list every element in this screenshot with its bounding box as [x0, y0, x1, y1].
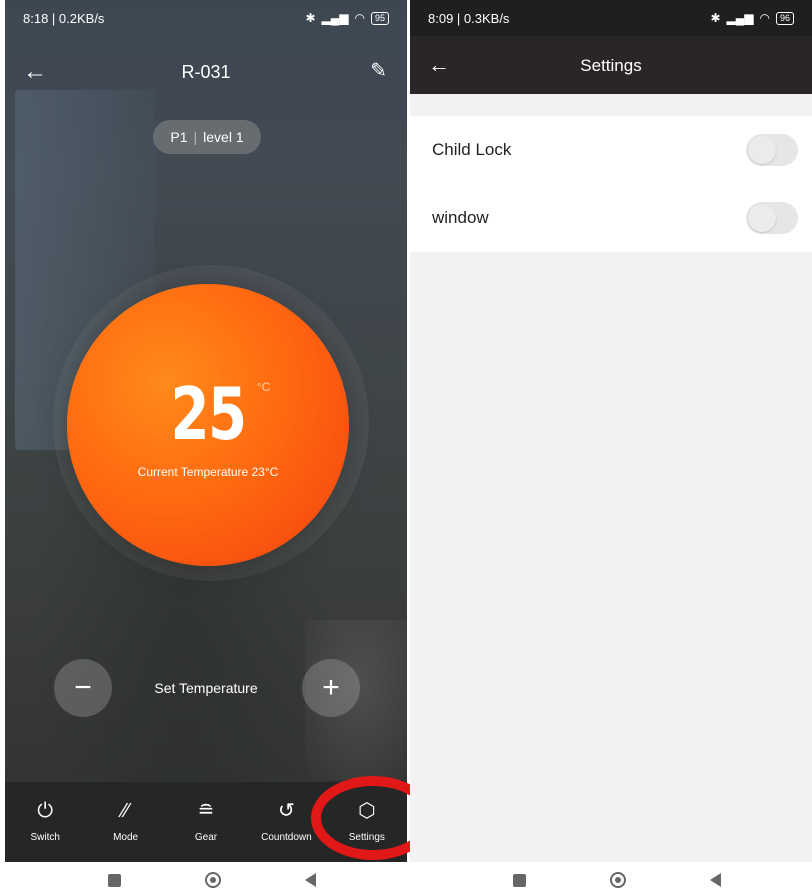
system-nav-left [108, 866, 316, 894]
window-toggle[interactable] [746, 202, 798, 234]
tab-switch[interactable]: ⏻ Switch [5, 782, 85, 862]
home-icon[interactable] [205, 872, 221, 888]
toggle-knob [748, 204, 776, 232]
temperature-dial: 25 °C Current Temperature 23°C [67, 284, 349, 566]
battery-indicator: 95 [370, 11, 389, 25]
preset-level: level 1 [203, 129, 244, 145]
home-icon[interactable] [610, 872, 626, 888]
status-bar: 8:18 | 0.2KB/s ✱ ▂▄▆ ◠ 95 [5, 0, 407, 36]
tab-label: Gear [194, 832, 218, 843]
device-title: R-031 [181, 62, 231, 82]
tab-mode[interactable]: ⁄⁄ Mode [85, 782, 165, 862]
mode-icon: ⁄⁄ [122, 800, 129, 822]
wifi-icon: ◠ [354, 11, 365, 25]
back-triangle-icon[interactable] [305, 873, 316, 887]
settings-screen: 8:09 | 0.3KB/s ✱ ▂▄▆ ◠ 96 ← Settings Chi… [410, 0, 812, 862]
battery-indicator: 96 [775, 11, 794, 25]
child-lock-toggle[interactable] [746, 134, 798, 166]
countdown-icon: ↺ [278, 800, 295, 822]
preset-pill[interactable]: P1 | level 1 [153, 120, 261, 154]
preset-program: P1 [170, 129, 188, 145]
tab-label: Countdown [261, 832, 312, 843]
increase-temperature-button[interactable]: + [302, 659, 360, 717]
setting-label: window [432, 208, 489, 227]
back-triangle-icon[interactable] [710, 873, 721, 887]
status-bar: 8:09 | 0.3KB/s ✱ ▂▄▆ ◠ 96 [410, 0, 812, 36]
status-time-speed: 8:18 | 0.2KB/s [23, 10, 105, 26]
tab-label: Mode [113, 832, 139, 843]
bluetooth-icon: ✱ [710, 11, 721, 25]
bluetooth-icon: ✱ [305, 11, 316, 25]
status-time-speed: 8:09 | 0.3KB/s [428, 10, 510, 26]
setting-row-window: window [410, 184, 812, 252]
temperature-unit: °C [257, 380, 271, 394]
thermostat-screen: 8:18 | 0.2KB/s ✱ ▂▄▆ ◠ 95 ← R-031 ✎ P1 |… [5, 0, 407, 862]
wifi-icon: ◠ [759, 11, 770, 25]
tab-gear[interactable]: ≘ Gear [166, 782, 246, 862]
set-temperature-value: 25 [170, 372, 247, 456]
device-header: ← R-031 ✎ [5, 56, 407, 92]
settings-header: ← Settings [410, 36, 812, 94]
recent-apps-icon[interactable] [513, 873, 526, 887]
settings-list: Child Lock window [410, 116, 812, 252]
status-icons: ✱ ▂▄▆ ◠ 95 [305, 11, 389, 25]
signal-icon: ▂▄▆ [321, 11, 349, 25]
tab-label: Switch [30, 832, 60, 843]
setting-row-child-lock: Child Lock [410, 116, 812, 184]
power-icon: ⏻ [37, 800, 54, 822]
system-nav-right [513, 866, 721, 894]
setting-label: Child Lock [432, 140, 512, 159]
gear-level-icon: ≘ [197, 800, 215, 822]
current-temperature-text: Current Temperature 23°C [137, 465, 279, 479]
page-title: Settings [580, 56, 642, 75]
edit-pencil-icon[interactable]: ✎ [370, 58, 387, 83]
status-icons: ✱ ▂▄▆ ◠ 96 [710, 11, 794, 25]
screenshot-canvas: 8:18 | 0.2KB/s ✱ ▂▄▆ ◠ 95 ← R-031 ✎ P1 |… [0, 0, 812, 894]
signal-icon: ▂▄▆ [726, 11, 754, 25]
preset-divider: | [193, 129, 198, 145]
recent-apps-icon[interactable] [108, 873, 121, 887]
toggle-knob [748, 136, 776, 164]
